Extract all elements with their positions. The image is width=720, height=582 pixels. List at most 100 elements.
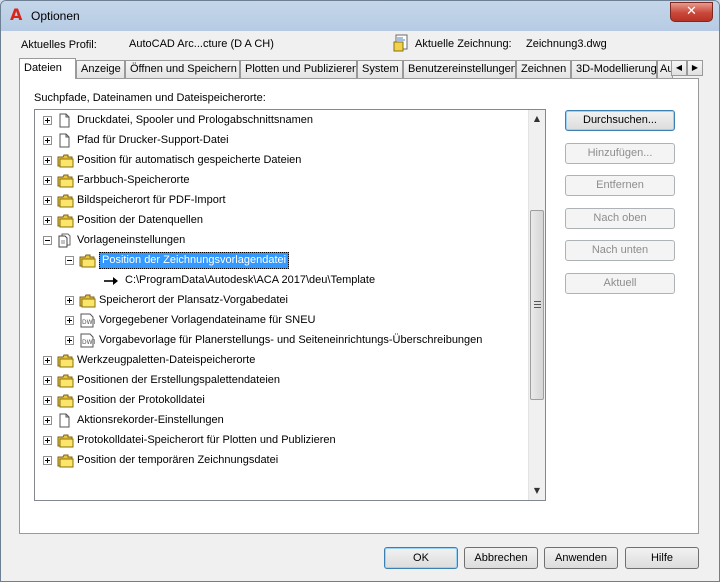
arrow-up-icon: ▲ bbox=[533, 114, 541, 123]
expand-icon[interactable] bbox=[43, 416, 52, 425]
tree-row[interactable]: Positionen der Erstellungspalettendateie… bbox=[35, 371, 529, 391]
dwt-file-icon: DWT bbox=[79, 333, 97, 348]
tree-row[interactable]: Farbbuch-Speicherorte bbox=[35, 171, 529, 191]
tree-row[interactable]: Aktionsrekorder-Einstellungen bbox=[35, 411, 529, 431]
move-up-button[interactable]: Nach oben bbox=[565, 208, 675, 229]
tree-item-label: Protokolldatei-Speicherort für Plotten u… bbox=[77, 434, 336, 446]
expand-icon[interactable] bbox=[43, 376, 52, 385]
expand-icon[interactable] bbox=[43, 216, 52, 225]
svg-text:DWT: DWT bbox=[82, 339, 95, 346]
tree-item-label: Vorlageneinstellungen bbox=[77, 234, 186, 246]
tab-scroll-right-button[interactable]: ▶ bbox=[687, 60, 703, 76]
arrow-icon bbox=[103, 273, 119, 288]
tab-scroll-left-button[interactable]: ◀ bbox=[671, 60, 687, 76]
tree-row[interactable]: Bildspeicherort für PDF-Import bbox=[35, 191, 529, 211]
expand-icon[interactable] bbox=[43, 116, 52, 125]
remove-button[interactable]: Entfernen bbox=[565, 175, 675, 196]
tree-item-label: Bildspeicherort für PDF-Import bbox=[77, 194, 226, 206]
tab-benutzereinstellungen[interactable]: Benutzereinstellungen bbox=[403, 60, 516, 78]
tree-item-label: Positionen der Erstellungspalettendateie… bbox=[77, 374, 281, 386]
tree-row[interactable]: Position für automatisch gespeicherte Da… bbox=[35, 151, 529, 171]
document-icon bbox=[57, 113, 73, 128]
title-bar: A Optionen ✕ bbox=[1, 1, 719, 31]
tree-item-label: Werkzeugpaletten-Dateispeicherorte bbox=[77, 354, 256, 366]
tab-3d-modellierung[interactable]: 3D-Modellierung bbox=[571, 60, 657, 78]
tab-plotten-publizieren[interactable]: Plotten und Publizieren bbox=[240, 60, 357, 78]
expand-icon[interactable] bbox=[65, 316, 74, 325]
document-icon bbox=[57, 133, 73, 148]
folder-icon bbox=[57, 153, 74, 168]
browse-button[interactable]: Durchsuchen... bbox=[565, 110, 675, 131]
tree-row[interactable]: Werkzeugpaletten-Dateispeicherorte bbox=[35, 351, 529, 371]
tree-item-label: Position der Datenquellen bbox=[77, 214, 203, 226]
tab-zeichnen[interactable]: Zeichnen bbox=[516, 60, 571, 78]
tree-row[interactable]: Speicherort der Plansatz-Vorgabedatei bbox=[35, 291, 529, 311]
help-button[interactable]: Hilfe bbox=[625, 547, 699, 569]
folder-icon bbox=[57, 373, 74, 388]
tree-row[interactable]: Position der temporären Zeichnungsdatei bbox=[35, 451, 529, 471]
tree-row[interactable]: DWT Vorgegebener Vorlagendateiname für SN… bbox=[35, 311, 529, 331]
tree-row[interactable]: Position der Datenquellen bbox=[35, 211, 529, 231]
tree-item-label: Position der Protokolldatei bbox=[77, 394, 205, 406]
tree-row[interactable]: Protokolldatei-Speicherort für Plotten u… bbox=[35, 431, 529, 451]
tree-item-label-selected: Position der Zeichnungsvorlagendatei bbox=[99, 252, 290, 269]
folder-icon bbox=[79, 293, 96, 308]
tab-system[interactable]: System bbox=[357, 60, 403, 78]
thumb-grip-line bbox=[534, 301, 541, 302]
expand-icon[interactable] bbox=[43, 356, 52, 365]
svg-text:DWT: DWT bbox=[82, 319, 95, 326]
tree-item-label: Speicherort der Plansatz-Vorgabedatei bbox=[99, 294, 288, 306]
drawing-label: Aktuelle Zeichnung: bbox=[415, 38, 512, 50]
document-icon bbox=[57, 413, 73, 428]
tab-dateien[interactable]: Dateien bbox=[19, 58, 76, 79]
tree-item-label: Farbbuch-Speicherorte bbox=[77, 174, 190, 186]
window-title: Optionen bbox=[31, 9, 80, 23]
expand-icon[interactable] bbox=[43, 136, 52, 145]
arrow-down-icon: ▼ bbox=[533, 486, 541, 495]
expand-icon[interactable] bbox=[43, 196, 52, 205]
collapse-icon[interactable] bbox=[65, 256, 74, 265]
folder-icon bbox=[57, 193, 74, 208]
expand-icon[interactable] bbox=[43, 176, 52, 185]
scroll-up-button[interactable]: ▲ bbox=[529, 111, 545, 127]
set-current-button[interactable]: Aktuell bbox=[565, 273, 675, 294]
expand-icon[interactable] bbox=[43, 396, 52, 405]
folder-icon bbox=[57, 453, 74, 468]
tree-item-label: C:\ProgramData\Autodesk\ACA 2017\deu\Tem… bbox=[125, 274, 376, 286]
scroll-thumb[interactable] bbox=[530, 210, 544, 400]
tree-row[interactable]: Position der Zeichnungsvorlagendatei bbox=[35, 251, 529, 271]
ok-button[interactable]: OK bbox=[384, 547, 458, 569]
tree-vertical-scrollbar[interactable]: ▲ ▼ bbox=[528, 110, 545, 500]
search-paths-heading: Suchpfade, Dateinamen und Dateispeichero… bbox=[34, 92, 266, 104]
tab-oeffnen-speichern[interactable]: Öffnen und Speichern bbox=[125, 60, 240, 78]
tree-row[interactable]: Druckdatei, Spooler und Prologabschnitts… bbox=[35, 111, 529, 131]
collapse-icon[interactable] bbox=[43, 236, 52, 245]
tree-row[interactable]: Position der Protokolldatei bbox=[35, 391, 529, 411]
drawing-value: Zeichnung3.dwg bbox=[526, 38, 607, 50]
expand-icon[interactable] bbox=[65, 296, 74, 305]
move-down-button[interactable]: Nach unten bbox=[565, 240, 675, 261]
expand-icon[interactable] bbox=[43, 156, 52, 165]
search-paths-tree[interactable]: Druckdatei, Spooler und Prologabschnitts… bbox=[34, 109, 546, 501]
close-button[interactable]: ✕ bbox=[670, 2, 713, 22]
tree-item-label: Vorgegebener Vorlagendateiname für SNEU bbox=[99, 314, 316, 326]
tree-item-label: Pfad für Drucker-Support-Datei bbox=[77, 134, 229, 146]
expand-icon[interactable] bbox=[65, 336, 74, 345]
cancel-button[interactable]: Abbrechen bbox=[464, 547, 538, 569]
add-button[interactable]: Hinzufügen... bbox=[565, 143, 675, 164]
tree-row[interactable]: Pfad für Drucker-Support-Datei bbox=[35, 131, 529, 151]
apply-button[interactable]: Anwenden bbox=[544, 547, 618, 569]
dialog-client-area: Aktuelles Profil: AutoCAD Arc...cture (D… bbox=[7, 31, 713, 577]
folder-icon bbox=[57, 433, 74, 448]
tree-row[interactable]: DWT Vorgabevorlage für Planerstellungs- u… bbox=[35, 331, 529, 351]
thumb-grip-line bbox=[534, 304, 541, 305]
tree-row[interactable]: Vorlageneinstellungen bbox=[35, 231, 529, 251]
scroll-down-button[interactable]: ▼ bbox=[529, 483, 545, 499]
tree-item-label: Position der temporären Zeichnungsdatei bbox=[77, 454, 279, 466]
profile-value: AutoCAD Arc...cture (D A CH) bbox=[129, 38, 274, 50]
tab-anzeige[interactable]: Anzeige bbox=[76, 60, 125, 78]
tree-row[interactable]: C:\ProgramData\Autodesk\ACA 2017\deu\Tem… bbox=[35, 271, 529, 291]
expand-icon[interactable] bbox=[43, 436, 52, 445]
autocad-app-icon: A bbox=[10, 5, 23, 24]
expand-icon[interactable] bbox=[43, 456, 52, 465]
